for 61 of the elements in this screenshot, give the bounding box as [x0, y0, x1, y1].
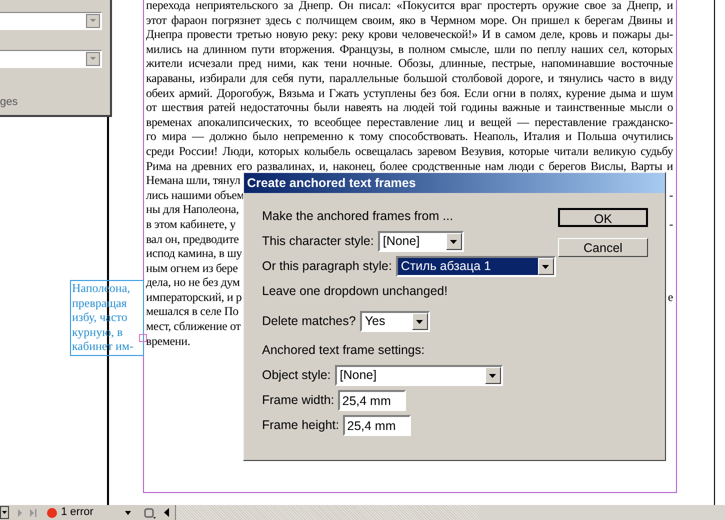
- section-label: Anchored text frame settings:: [262, 342, 425, 360]
- text-line: лись нашими объем: [146, 188, 244, 202]
- text-fragment: -: [669, 216, 673, 232]
- input-field[interactable]: 25,4 mm: [338, 390, 406, 411]
- section-label: Make the anchored frames from ...: [262, 208, 454, 226]
- scroll-left-icon[interactable]: [164, 508, 170, 517]
- dropdown[interactable]: [0, 12, 102, 30]
- field-label: Frame height:: [262, 417, 340, 434]
- error-count[interactable]: 1 error: [61, 504, 94, 520]
- text-line: императорский, и р: [146, 290, 242, 304]
- caret-icon[interactable]: [125, 510, 132, 514]
- caret-icon: [484, 367, 501, 384]
- dialog-button[interactable]: OK: [558, 208, 648, 227]
- dropdown[interactable]: Стиль абзаца 1: [396, 256, 556, 277]
- caret-icon: [538, 258, 554, 275]
- panel-caption: ges: [0, 95, 18, 110]
- text-line: обеих армий. Дорогобуж, Вязьма и Гжать уступлены без боя. Если огни в полях, курение дыма и шум: [146, 86, 673, 100]
- text-line: времени.: [146, 334, 190, 348]
- text-line: жители исчезали пред ними, как тени ночные. Обозы, длинные, пестрые, напоминавшие восточные: [146, 56, 673, 71]
- caret-icon: [412, 313, 428, 330]
- dropdown[interactable]: [None]: [334, 365, 503, 386]
- text-line: караваны, избирали для себя пути, параллельные большой столбовой дороге, и тянулись часто в виду: [146, 70, 673, 86]
- text-line: ны для Наполеона,: [146, 202, 239, 217]
- field-label: This character style:: [262, 233, 374, 250]
- field-label: Delete matches?: [262, 313, 356, 330]
- text-line: Днепра провести третью новую реку: реку крови человеческой!» И в самом деле, кровь и пожары ды-: [146, 27, 673, 42]
- preflight-icon[interactable]: [144, 506, 158, 518]
- field-label: Frame width:: [262, 392, 334, 410]
- text-line: дела, но не без дум: [146, 275, 240, 290]
- text-line: Немана шли, тянул: [146, 173, 240, 188]
- dropdown[interactable]: Yes: [360, 311, 430, 332]
- input-field[interactable]: 25,4 mm: [343, 415, 412, 436]
- caret-icon: [446, 233, 462, 250]
- text-line: мились на длинном пути вторжения. Французы, в полном смысле, шли по пеплу наших сел, которых: [146, 42, 673, 56]
- error-dot-icon: [47, 508, 57, 518]
- caret-icon: [86, 14, 100, 28]
- text-line: мешался в селе По: [146, 304, 238, 320]
- text-line: среди России! Люди, которых колыбель освещалась заревом Везувия, которые читали великую судьбу: [146, 144, 673, 159]
- dialog-title: Create anchored text frames: [244, 173, 665, 193]
- text-fragment: е: [668, 290, 673, 304]
- text-line: Рима на древних его развалинах, и, наконец, более сродственные нам люди с берегов Вислы, Варты и: [146, 158, 673, 174]
- dropdown[interactable]: [None]: [378, 231, 464, 252]
- text-fragment: -: [669, 188, 673, 202]
- text-line: в этом кабинете, у: [146, 216, 236, 232]
- field-label: Or this paragraph style:: [262, 258, 392, 276]
- text-line: этот фараон погрязнет здесь с полчищем своим, яко в Чермном море. Он пришел к берегам Двины и: [146, 12, 673, 28]
- anchor-marker: [139, 334, 147, 342]
- dialog-button[interactable]: Cancel: [558, 238, 648, 257]
- caret-icon[interactable]: [0, 506, 9, 519]
- field-label: Object style:: [262, 367, 331, 384]
- text-line: от шествия ратей недостаточны были навеять на людей той годины важные и таинственные мысли о: [146, 100, 673, 115]
- text-line: испод камина, в шу: [146, 246, 242, 261]
- text-line: го мира — должно было непременно к тому способствовать. Неаполь, Италия и Польша очутились: [146, 129, 673, 144]
- text-line: временах апокалипсических, то всеобщее переставление лиц и вещей — переставление гражданско-: [146, 114, 673, 130]
- text-line: вал он, предводите: [146, 232, 239, 246]
- caret-icon: [86, 52, 100, 66]
- text-line: ным огнем из бере: [146, 260, 238, 276]
- text-line: перехода неприятельского за Днепр. Он писал: «Покусится враг простерть оружие свое за Днепр, и: [146, 0, 673, 13]
- dropdown[interactable]: [0, 50, 102, 68]
- section-label: Leave one dropdown unchanged!: [262, 283, 448, 300]
- text-line: мест, сближение от: [146, 319, 241, 334]
